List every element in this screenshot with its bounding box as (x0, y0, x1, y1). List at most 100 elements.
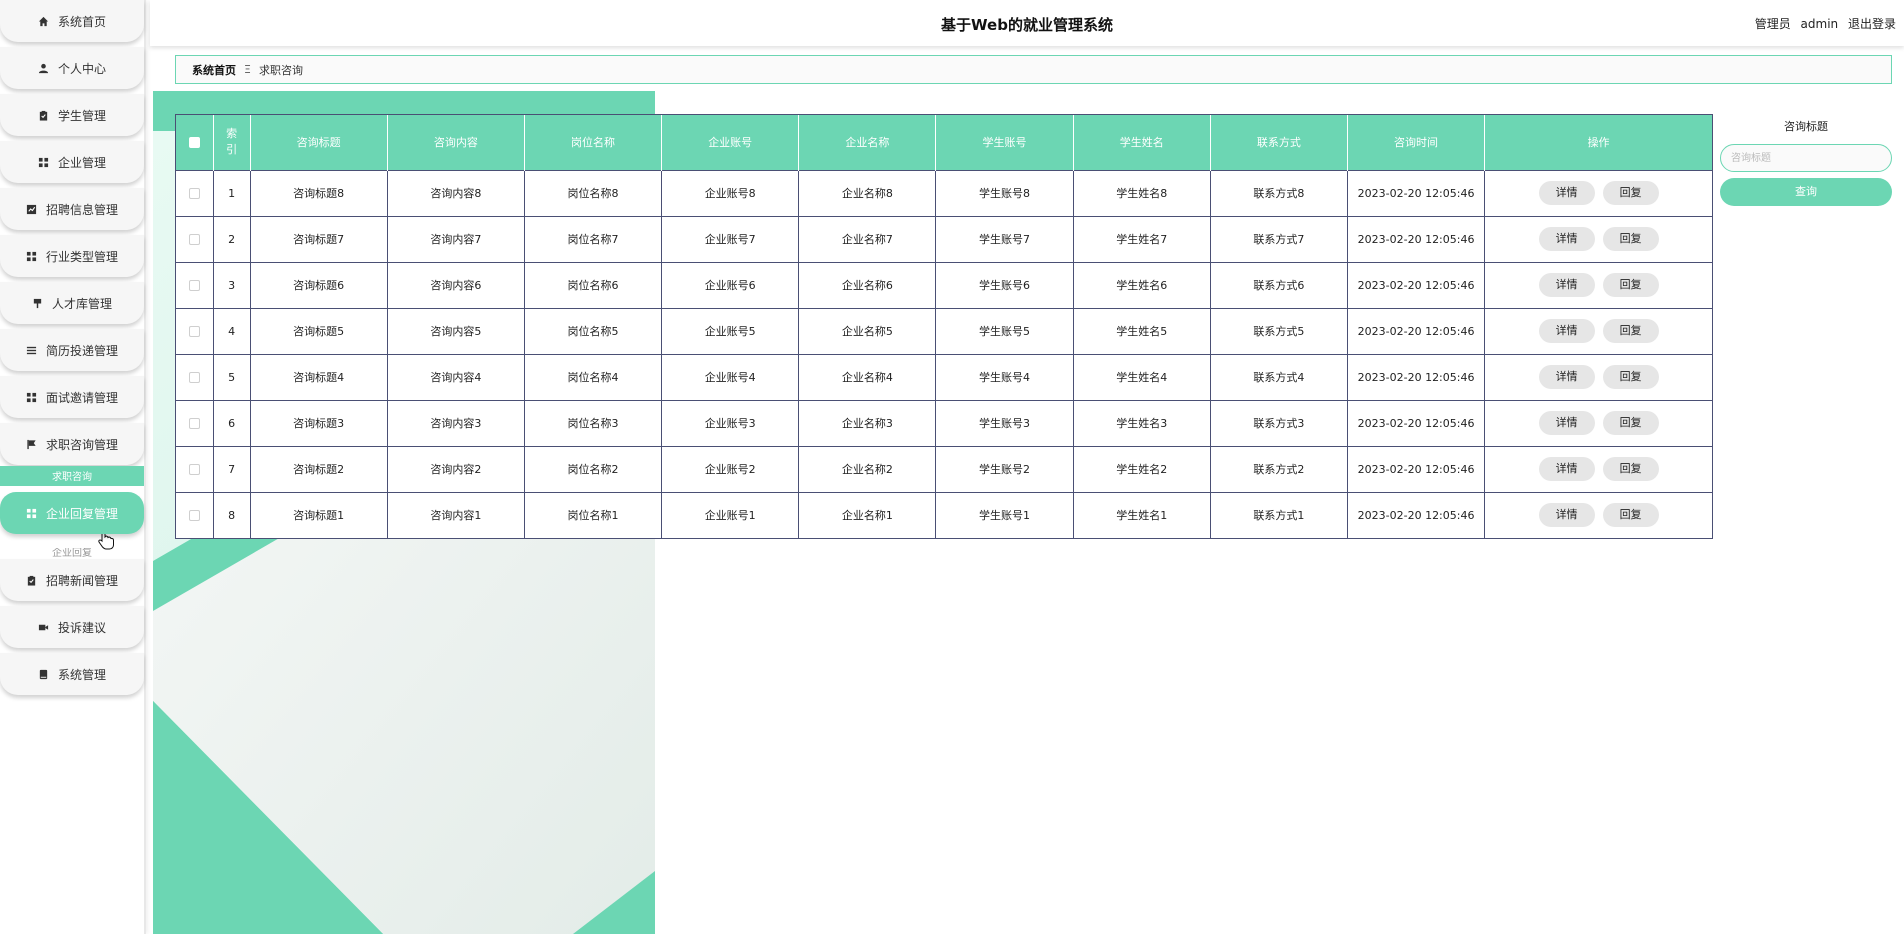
table-row[interactable]: 1 咨询标题8 咨询内容8 岗位名称8 企业账号8 企业名称8 学生账号8 学生姓名8 联系方式… (176, 169, 1712, 216)
table-cell: 5 (213, 353, 251, 400)
detail-button[interactable]: 详情 (1538, 411, 1595, 435)
row-checkbox[interactable] (188, 188, 200, 199)
table-cell: 学生姓名4 (1073, 353, 1211, 400)
sidebar-item-11[interactable]: 企业回复管理 (0, 492, 144, 534)
table-cell: 企业账号5 (661, 307, 800, 354)
table-cell: 企业账号4 (661, 353, 800, 400)
sidebar-item-13[interactable]: 投诉建议 (0, 606, 144, 648)
submenu-peek-above[interactable]: 求职咨询 (0, 466, 144, 486)
table-cell: 咨询内容8 (387, 169, 525, 216)
sidebar-item-5[interactable]: 招聘信息管理 (0, 188, 144, 230)
sidebar-item-label: 个人中心 (57, 61, 106, 76)
grid-icon (26, 250, 38, 262)
breadcrumb-home[interactable]: 系统首页 (192, 62, 236, 78)
row-checkbox[interactable] (188, 510, 200, 522)
table-cell: 学生姓名3 (1073, 399, 1211, 446)
table-cell: 2023-02-20 12:05:46 (1347, 491, 1486, 538)
table-cell: 2023-02-20 12:05:46 (1347, 215, 1486, 262)
search-input[interactable] (1720, 144, 1892, 172)
table-row[interactable]: 7 咨询标题2 咨询内容2 岗位名称2 企业账号2 企业名称2 学生账号2 学生姓名2 联系方式… (176, 445, 1712, 492)
column-header: 联系方式 (1210, 115, 1348, 170)
row-actions: 详情 回复 (1484, 307, 1712, 354)
table-cell: 岗位名称6 (524, 261, 663, 308)
table-row[interactable]: 3 咨询标题6 咨询内容6 岗位名称6 企业账号6 企业名称6 学生账号6 学生姓名6 联系方式… (176, 261, 1712, 308)
reply-button[interactable]: 回复 (1602, 227, 1659, 251)
sidebar-item-9[interactable]: 面试邀请管理 (0, 376, 144, 418)
table-cell: 咨询内容4 (387, 353, 525, 400)
consultation-table: 索引 咨询标题 咨询内容 岗位名称 企业账号 企业名称 学生账号 学生姓名 联系方式 咨询时间 操作… (175, 114, 1713, 539)
detail-button[interactable]: 详情 (1538, 503, 1595, 528)
table-row[interactable]: 6 咨询标题3 咨询内容3 岗位名称3 企业账号3 企业名称3 学生账号3 学生姓名3 联系方式… (176, 399, 1712, 446)
reply-button[interactable]: 回复 (1602, 181, 1659, 205)
submenu-peek-below[interactable]: 企业回复 (0, 548, 144, 558)
sidebar-item-label: 学生管理 (57, 108, 106, 123)
reply-button[interactable]: 回复 (1602, 319, 1659, 343)
app-title: 基于Web的就业管理系统 (941, 16, 1113, 34)
sidebar-item-label: 系统首页 (57, 14, 106, 29)
row-select-cell (176, 261, 214, 308)
row-select-cell (176, 353, 214, 400)
reply-button[interactable]: 回复 (1602, 273, 1659, 297)
table-cell: 岗位名称1 (524, 491, 663, 538)
chart-icon (26, 203, 38, 215)
table-row[interactable]: 5 咨询标题4 咨询内容4 岗位名称4 企业账号4 企业名称4 学生账号4 学生姓名4 联系方式… (176, 353, 1712, 400)
table-cell: 岗位名称4 (524, 353, 663, 400)
detail-button[interactable]: 详情 (1538, 227, 1595, 251)
detail-button[interactable]: 详情 (1538, 273, 1595, 297)
row-select-cell (176, 215, 214, 262)
detail-button[interactable]: 详情 (1538, 365, 1595, 389)
row-select-cell (176, 491, 214, 538)
table-cell: 咨询标题8 (250, 169, 388, 216)
table-cell: 学生账号5 (935, 307, 1074, 354)
row-checkbox[interactable] (188, 418, 200, 429)
table-cell: 咨询标题7 (250, 215, 388, 262)
sidebar-item-10[interactable]: 求职咨询管理 (0, 423, 144, 465)
table-row[interactable]: 2 咨询标题7 咨询内容7 岗位名称7 企业账号7 企业名称7 学生账号7 学生姓名7 联系方式… (176, 215, 1712, 262)
sidebar-item-8[interactable]: 简历投递管理 (0, 329, 144, 371)
sidebar-item-label: 招聘信息管理 (45, 202, 118, 217)
table-cell: 联系方式5 (1210, 307, 1348, 354)
table-cell: 学生姓名7 (1073, 215, 1211, 262)
sidebar-item-label: 简历投递管理 (45, 343, 118, 358)
sidebar-item-12[interactable]: 招聘新闻管理 (0, 559, 144, 601)
breadcrumb: 系统首页 Ξ 求职咨询 (175, 55, 1892, 84)
table-cell: 企业账号1 (661, 491, 800, 538)
sidebar-item-1[interactable]: 系统首页 (0, 0, 144, 42)
table-cell: 联系方式4 (1210, 353, 1348, 400)
search-button[interactable]: 查询 (1720, 178, 1892, 206)
reply-button[interactable]: 回复 (1602, 365, 1659, 389)
table-cell: 咨询内容5 (387, 307, 525, 354)
column-header: 索引 (213, 115, 251, 170)
detail-button[interactable]: 详情 (1538, 181, 1595, 205)
sidebar-item-3[interactable]: 学生管理 (0, 94, 144, 136)
reply-button[interactable]: 回复 (1602, 411, 1659, 435)
row-checkbox[interactable] (188, 280, 200, 291)
reply-button[interactable]: 回复 (1602, 457, 1659, 481)
column-header: 咨询标题 (250, 115, 388, 170)
sidebar-item-label: 系统管理 (57, 667, 106, 682)
sidebar-item-6[interactable]: 行业类型管理 (0, 235, 144, 277)
reply-button[interactable]: 回复 (1602, 503, 1659, 528)
select-all-checkbox[interactable] (188, 137, 200, 149)
table-cell: 企业名称5 (798, 307, 937, 354)
sidebar-item-14[interactable]: 系统管理 (0, 653, 144, 695)
detail-button[interactable]: 详情 (1538, 319, 1595, 343)
row-checkbox[interactable] (188, 326, 200, 337)
table-row[interactable]: 8 咨询标题1 咨询内容1 岗位名称1 企业账号1 企业名称1 学生账号1 学生姓名1 联系方式… (176, 491, 1712, 538)
sidebar-item-4[interactable]: 企业管理 (0, 141, 144, 183)
row-checkbox[interactable] (188, 372, 200, 383)
table-cell: 咨询内容6 (387, 261, 525, 308)
logout-link[interactable]: 退出登录 (1848, 17, 1896, 31)
table-row[interactable]: 4 咨询标题5 咨询内容5 岗位名称5 企业账号5 企业名称5 学生账号5 学生姓名5 联系方式… (176, 307, 1712, 354)
table-cell: 联系方式3 (1210, 399, 1348, 446)
sidebar-item-2[interactable]: 个人中心 (0, 47, 144, 89)
grid-icon (38, 156, 50, 168)
clipboard-icon (26, 574, 38, 586)
table-cell: 企业名称3 (798, 399, 937, 446)
table-cell: 岗位名称2 (524, 445, 663, 492)
row-checkbox[interactable] (188, 234, 200, 245)
sidebar-item-7[interactable]: 人才库管理 (0, 282, 144, 324)
detail-button[interactable]: 详情 (1538, 457, 1595, 481)
table-cell: 企业名称4 (798, 353, 937, 400)
row-checkbox[interactable] (188, 464, 200, 475)
